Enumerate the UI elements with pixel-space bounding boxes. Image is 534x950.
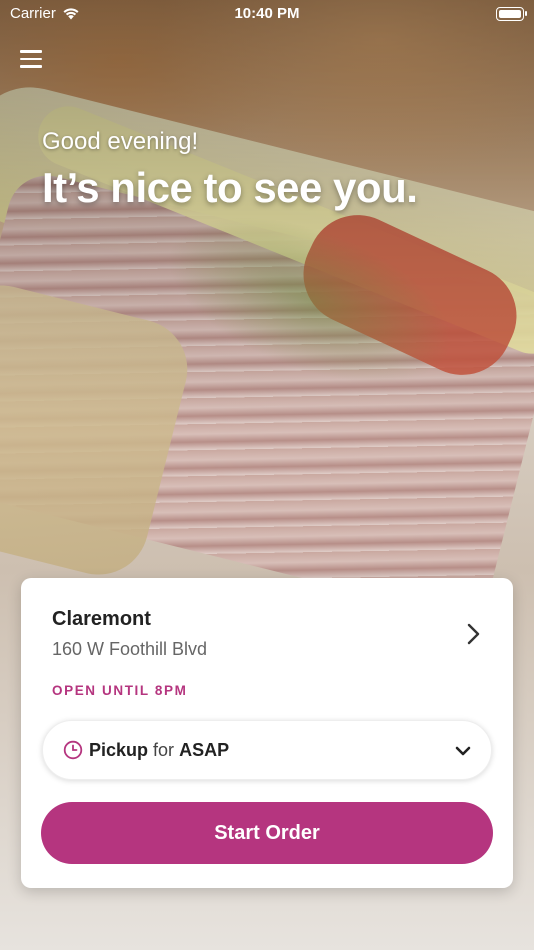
start-order-button[interactable]: Start Order — [41, 802, 493, 864]
order-mode-connector: for — [153, 739, 175, 760]
clock-icon — [63, 740, 83, 760]
greeting-subtitle: Good evening! — [42, 128, 199, 155]
location-selector[interactable]: Claremont 160 W Foothill Blvd — [52, 608, 489, 668]
location-address: 160 W Foothill Blvd — [52, 639, 208, 659]
chevron-down-icon — [455, 746, 471, 756]
order-card: Claremont 160 W Foothill Blvd OPEN UNTIL… — [21, 578, 513, 888]
open-status-badge: OPEN UNTIL 8PM — [52, 683, 188, 698]
order-time: ASAP — [179, 739, 230, 760]
status-bar: Carrier 10:40 PM — [0, 0, 534, 28]
pickup-label: Pickup for ASAP — [89, 740, 229, 761]
hamburger-menu-icon[interactable] — [20, 50, 42, 72]
chevron-right-icon — [467, 623, 480, 645]
order-mode: Pickup — [89, 739, 149, 760]
status-time: 10:40 PM — [234, 5, 300, 22]
pickup-time-selector[interactable]: Pickup for ASAP — [42, 720, 492, 780]
location-name: Claremont — [52, 608, 151, 630]
battery-icon — [496, 7, 527, 21]
greeting-title: It’s nice to see you. — [42, 164, 418, 211]
greeting: Good evening! It’s nice to see you. — [42, 128, 418, 212]
